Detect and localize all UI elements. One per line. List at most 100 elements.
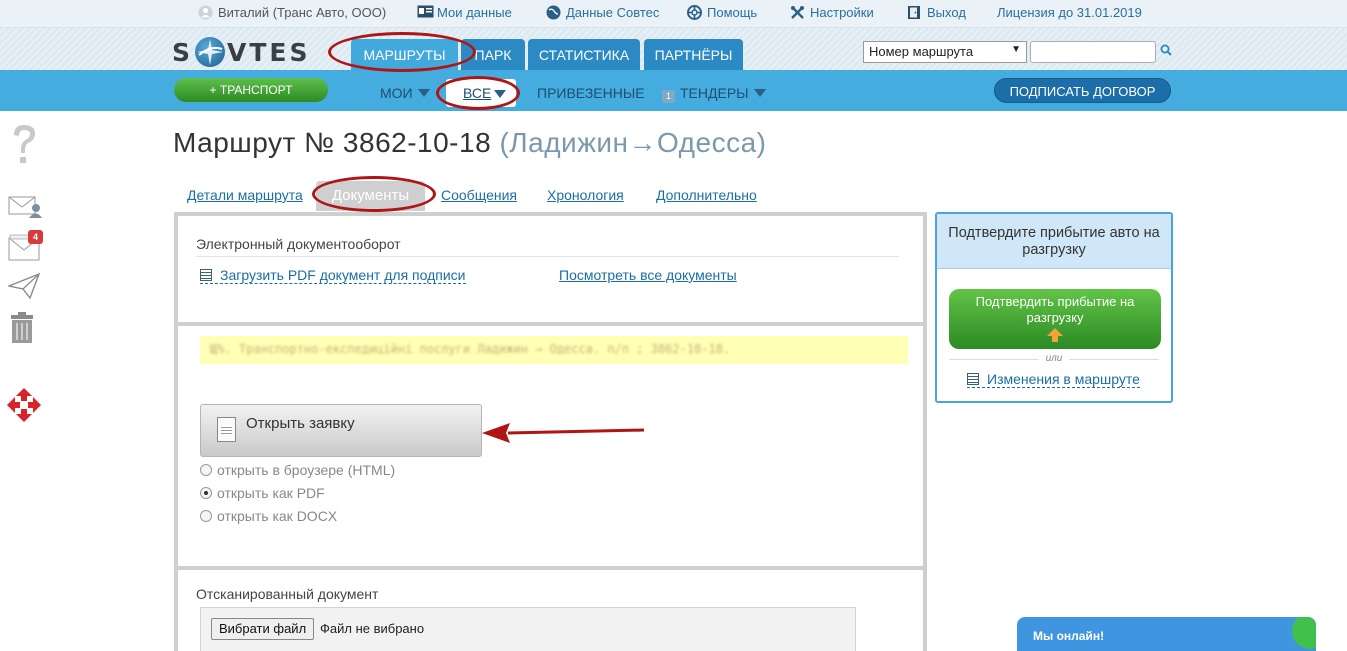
mail-count-badge: 4 [28,230,43,244]
inbox-icon[interactable]: 4 [8,230,46,264]
sovtes-data-link[interactable]: Данные Совтес [546,5,659,20]
nova-poshta-icon[interactable] [6,387,42,423]
open-html-label: открыть в броузере (HTML) [217,462,396,478]
radio-html[interactable] [200,464,212,476]
confirm-arrival-button[interactable]: Подтвердить прибытие на разгрузку [949,289,1161,349]
open-docx-option[interactable]: открыть как DOCX [200,508,337,524]
help-question-icon[interactable] [8,123,40,169]
route-cities: (Ладижин→Одесса) [499,127,767,158]
subnav-delivered-label: ПРИВЕЗЕННЫЕ [537,85,645,101]
door-icon [907,5,922,20]
upload-pdf-link[interactable]: Загрузить PDF документ для подписи [200,267,466,284]
route-search-input[interactable] [1030,41,1156,63]
subnav-all-label: ВСЕ [463,85,492,101]
tab-routes[interactable]: МАРШРУТЫ [351,39,458,70]
route-type-select-value: Номер маршрута [869,44,974,59]
confirm-arrival-header: Подтвердите прибытие авто на разгрузку [937,214,1171,269]
user-link[interactable]: Виталий (Транс Авто, ООО) [198,5,386,20]
no-file-label: Файл не вибрано [320,621,425,636]
sovtes-logo[interactable]: S VTES [172,37,311,67]
subnav-tenders[interactable]: 1 ТЕНДЕРЫ [662,85,766,103]
document-icon [967,373,979,385]
route-type-select[interactable]: Номер маршрута ▼ [863,41,1027,63]
tab-partners[interactable]: ПАРТНЁРЫ [644,39,743,70]
upload-pdf-label: Загрузить PDF документ для подписи [220,267,466,283]
documents-panel: Электронный документооборот Загрузить PD… [174,212,927,651]
logout-label: Выход [927,5,966,20]
confirm-arrival-label: Подтвердить прибытие на разгрузку [975,294,1135,325]
tools-icon [790,5,805,20]
help-label: Помощь [707,5,758,20]
my-data-link[interactable]: Мои данные [417,5,512,20]
chat-widget[interactable]: Мы онлайн! [1017,617,1316,651]
tab-route-details[interactable]: Детали маршрута [187,187,303,203]
order-description-text: Щ%. Транспортно-експедиційні послуги Лад… [210,342,731,356]
edoc-section: Электронный документооборот Загрузить PD… [178,216,923,322]
sovtes-data-label: Данные Совтес [566,5,660,20]
route-changes-label: Изменения в маршруте [987,371,1140,387]
scan-section: Отсканированный документ Вибрати файл Фа… [178,570,923,651]
subnav-all[interactable]: ВСЕ [446,79,516,107]
tab-chronology[interactable]: Хронология [547,187,624,203]
tab-additional[interactable]: Дополнительно [656,187,757,203]
subnav-delivered[interactable]: ПРИВЕЗЕННЫЕ [537,85,645,101]
tab-messages[interactable]: Сообщения [441,187,517,203]
tenders-count-badge: 1 [662,90,675,103]
radio-pdf[interactable] [200,487,212,499]
view-all-documents-link[interactable]: Посмотреть все документы [559,267,737,283]
confirm-arrival-panel: Подтвердите прибытие авто на разгрузку П… [935,212,1173,403]
add-transport-button[interactable]: + ТРАНСПОРТ [174,78,328,102]
trash-icon[interactable] [8,312,36,344]
file-icon [217,417,236,442]
logo-text-right: VTES [227,37,311,67]
logo-text-left: S [172,37,194,67]
open-order-button[interactable]: Открыть заявку [200,404,482,457]
route-changes-link[interactable]: Изменения в маршруте [967,371,1140,388]
chat-status-icon [1292,617,1316,649]
logout-link[interactable]: Выход [907,5,966,20]
top-bar: Виталий (Транс Авто, ООО) Мои данные Дан… [0,0,1347,28]
id-card-icon [417,5,434,20]
search-icon[interactable] [1160,44,1174,58]
chevron-down-icon [753,89,766,97]
confirm-arrival-body: Подтвердить прибытие на разгрузку или Из… [937,269,1171,401]
settings-label: Настройки [810,5,874,20]
dropdown-arrow-icon: ▼ [1011,44,1021,55]
document-icon [200,269,212,281]
file-upload-box: Вибрати файл Файл не вибрано [200,607,856,651]
user-name: Виталий (Транс Авто, ООО) [218,5,387,20]
tab-statistics[interactable]: СТАТИСТИКА [528,39,640,70]
tab-fleet[interactable]: ПАРК [461,39,525,70]
open-html-option[interactable]: открыть в броузере (HTML) [200,462,395,478]
license-info: Лицензия до 31.01.2019 [997,5,1142,20]
send-plane-icon[interactable] [8,272,40,300]
sign-contract-button[interactable]: ПОДПИСАТЬ ДОГОВОР [994,78,1171,103]
chat-label: Мы онлайн! [1033,629,1105,643]
globe-icon [546,5,561,20]
settings-link[interactable]: Настройки [790,5,874,20]
arrow-up-icon [1047,328,1063,342]
help-link[interactable]: Помощь [687,5,757,20]
subnav-mine-label: МОИ [380,85,413,101]
user-avatar-icon [198,5,213,20]
my-data-label: Мои данные [437,5,512,20]
chevron-down-icon [417,89,430,97]
lifebuoy-icon [687,5,702,20]
page-title: Маршрут № 3862-10-18 (Ладижин→Одесса) [173,127,767,159]
logo-globe-icon [195,37,226,67]
radio-docx[interactable] [200,510,212,522]
choose-file-button[interactable]: Вибрати файл [211,618,315,640]
subnav-mine[interactable]: МОИ [380,85,430,101]
open-docx-label: открыть как DOCX [217,508,338,524]
open-order-label: Открыть заявку [246,415,355,432]
order-description: Щ%. Транспортно-експедиційні послуги Лад… [200,336,908,364]
tab-documents[interactable]: Документы [316,181,425,211]
license-label: Лицензия до 31.01.2019 [997,5,1142,20]
subnav-tenders-label: ТЕНДЕРЫ [680,85,749,101]
or-separator: или [937,353,1171,364]
mail-user-icon[interactable] [8,193,42,219]
route-number: Маршрут № 3862-10-18 [173,127,492,158]
open-pdf-option[interactable]: открыть как PDF [200,485,325,501]
chevron-down-icon [494,90,506,98]
edoc-title: Электронный документооборот [196,236,401,252]
